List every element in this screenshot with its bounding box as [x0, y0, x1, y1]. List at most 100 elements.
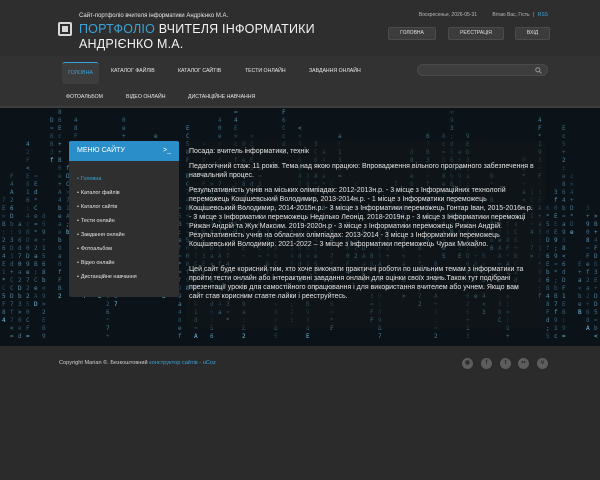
svg-text:>: >	[18, 309, 22, 316]
svg-text:6: 6	[58, 165, 62, 172]
svg-text:9: 9	[554, 237, 558, 244]
menu-item-label: Завдання онлайн	[80, 232, 125, 238]
svg-text:A: A	[58, 189, 62, 196]
nav-item-home[interactable]: ГОЛОВНА	[62, 62, 99, 84]
ucoz-suffix[interactable]: - uCoz	[199, 360, 215, 366]
svg-text:c: c	[554, 333, 558, 340]
menu-item-sites[interactable]: • Каталог сайтів	[77, 204, 117, 210]
site-footer: Copyright Marian ©. Безкоштовний констру…	[0, 346, 600, 480]
flickr-icon[interactable]: ••	[518, 358, 529, 369]
site-title[interactable]: ПОРТФОЛІО ВЧИТЕЛЯ ІНФОРМАТИКИ АНДРІЄНКО …	[79, 22, 339, 52]
svg-text:E: E	[2, 261, 6, 268]
bullet-icon: •	[77, 218, 79, 224]
nav-item-photo[interactable]: ФОТОАЛЬБОМ	[66, 93, 103, 101]
search-input[interactable]	[418, 72, 528, 82]
nav-item-tasks[interactable]: ЗАВДАННЯ ОНЛАЙН	[309, 67, 361, 75]
svg-text:b: b	[546, 269, 550, 276]
svg-text:6: 6	[562, 261, 566, 268]
menu-item-label: Каталог файлів	[80, 190, 120, 196]
svg-text:e: e	[122, 125, 126, 132]
svg-text:8: 8	[178, 317, 182, 324]
site-menu-header[interactable]: МЕНЮ САЙТУ >_	[69, 141, 179, 161]
login-button[interactable]: ВХІД	[515, 27, 550, 40]
svg-text:8: 8	[562, 181, 566, 188]
nav-item-files[interactable]: КАТАЛОГ ФАЙЛІВ	[111, 67, 155, 75]
svg-text:;: ;	[554, 277, 558, 284]
svg-text:f: f	[586, 269, 590, 276]
menu-item-home[interactable]: • Головна	[77, 176, 101, 182]
svg-text:8: 8	[2, 309, 6, 316]
svg-text:1: 1	[42, 245, 46, 252]
svg-text:>: >	[2, 213, 6, 220]
main-nav: ГОЛОВНА КАТАЛОГ ФАЙЛІВ КАТАЛОГ САЙТІВ ТЕ…	[0, 56, 600, 108]
nav-item-sites[interactable]: КАТАЛОГ САЙТІВ	[178, 67, 221, 75]
svg-text:5: 5	[26, 301, 30, 308]
svg-text:<: <	[34, 237, 38, 244]
svg-text:c: c	[562, 133, 566, 140]
svg-text:f: f	[58, 269, 62, 276]
svg-text:>: >	[594, 213, 598, 220]
menu-item-tasks[interactable]: • Завдання онлайн	[77, 232, 125, 238]
search-icon[interactable]	[535, 67, 542, 74]
svg-text:*: *	[570, 213, 574, 220]
svg-text:5: 5	[42, 253, 46, 260]
svg-text:7: 7	[10, 301, 14, 308]
svg-text:E: E	[26, 173, 30, 180]
register-button[interactable]: РЕЄСТРАЦІЯ	[448, 27, 504, 40]
svg-text:e: e	[18, 325, 22, 332]
nav-item-distance[interactable]: ДИСТАНЦІЙНЕ НАВЧАННЯ	[188, 93, 255, 101]
svg-text:7: 7	[378, 333, 382, 340]
svg-text:6: 6	[42, 261, 46, 268]
svg-text:0: 0	[18, 317, 22, 324]
main-content: Посада: вчитель інформатики, технік Педа…	[187, 141, 545, 329]
svg-text:=: =	[562, 333, 566, 340]
experience-text: Педагогічний стаж: 11 років. Тема над як…	[189, 163, 534, 179]
svg-text:F: F	[10, 173, 14, 180]
svg-text:A: A	[34, 293, 38, 300]
svg-text:4: 4	[562, 197, 566, 204]
svg-text:<: <	[594, 333, 598, 340]
search-box[interactable]	[417, 64, 548, 82]
nav-item-tests[interactable]: ТЕСТИ ОНЛАЙН	[245, 67, 286, 75]
svg-text:3: 3	[50, 149, 54, 156]
svg-text:=: =	[562, 213, 566, 220]
position-text: Посада: вчитель інформатики, технік	[189, 148, 309, 155]
facebook-icon[interactable]: f	[481, 358, 492, 369]
vimeo-icon[interactable]: v	[537, 358, 548, 369]
twitter-icon[interactable]: t	[500, 358, 511, 369]
svg-text:4: 4	[2, 317, 6, 324]
rss-link[interactable]: RSS	[538, 12, 548, 18]
svg-text:+: +	[506, 333, 510, 340]
svg-text:a: a	[58, 253, 62, 260]
svg-text:2: 2	[10, 197, 14, 204]
site-title-line2: АНДРІЄНКО М.А.	[79, 37, 184, 51]
svg-text:D: D	[50, 117, 54, 124]
svg-text:4: 4	[2, 253, 6, 260]
svg-text:E: E	[562, 301, 566, 308]
svg-text::: :	[34, 269, 38, 276]
menu-item-video[interactable]: • Відео онлайн	[77, 260, 114, 266]
svg-text:9: 9	[586, 221, 590, 228]
menu-item-files[interactable]: • Каталог файлів	[77, 190, 120, 196]
svg-text:e: e	[26, 269, 30, 276]
svg-text:A: A	[10, 189, 14, 196]
home-button[interactable]: ГОЛОВНА	[388, 27, 436, 40]
svg-text:6: 6	[586, 309, 590, 316]
svg-text:A: A	[586, 325, 590, 332]
svg-text:f: f	[178, 333, 182, 340]
svg-text:9: 9	[42, 229, 46, 236]
svg-text:*: *	[546, 213, 550, 220]
svg-text:c: c	[58, 133, 62, 140]
menu-item-photo[interactable]: • Фотоальбом	[77, 246, 112, 252]
bullet-icon: •	[77, 260, 79, 266]
menu-item-distance[interactable]: • Дистанційне навчання	[77, 274, 137, 280]
ucoz-link[interactable]: конструктор сайтів	[149, 360, 198, 366]
svg-text:+: +	[578, 269, 582, 276]
svg-text:E: E	[58, 125, 62, 132]
svg-text:F: F	[546, 309, 550, 316]
nav-item-video[interactable]: ВІДЕО ОНЛАЙН	[126, 93, 165, 101]
svg-text:D: D	[18, 285, 22, 292]
svg-text:e: e	[570, 229, 574, 236]
rss-icon[interactable]: ◉	[462, 358, 473, 369]
menu-item-tests[interactable]: • Тести онлайн	[77, 218, 115, 224]
